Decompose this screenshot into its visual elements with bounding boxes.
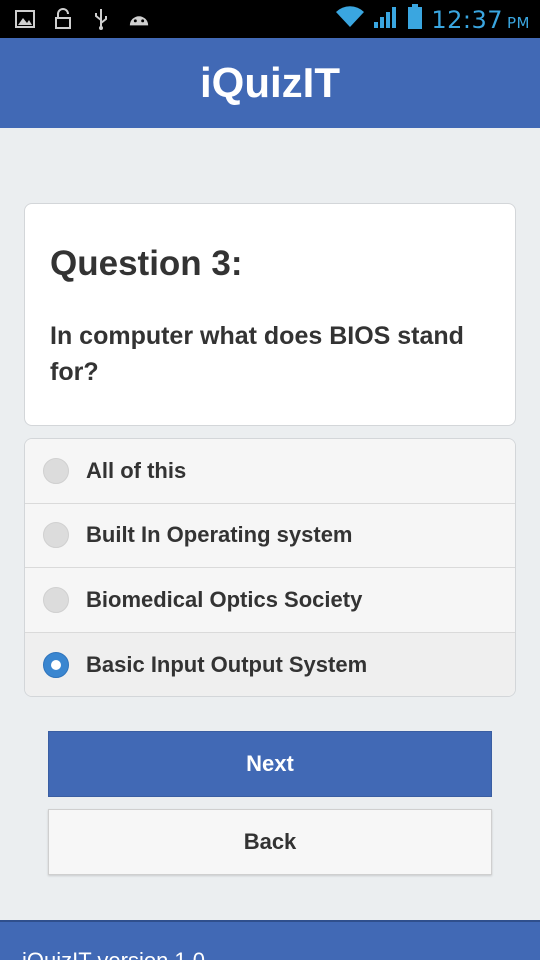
battery-icon <box>407 4 423 35</box>
wifi-icon <box>335 5 365 34</box>
radio-button-icon[interactable] <box>43 586 69 613</box>
question-card: Question 3: In computer what does BIOS s… <box>24 203 516 426</box>
usb-icon <box>90 8 112 30</box>
option-label: Biomedical Optics Society <box>86 586 363 612</box>
signal-icon <box>373 5 399 34</box>
option-label: Built In Operating system <box>86 522 353 548</box>
android-icon <box>128 8 150 30</box>
option-label: Basic Input Output System <box>86 651 368 677</box>
option-basic-input-output-system[interactable]: Basic Input Output System <box>25 632 515 696</box>
option-label: All of this <box>86 457 187 483</box>
next-button[interactable]: Next <box>48 731 492 797</box>
footer: iQuizIT version 1.0 <box>0 920 540 960</box>
app-header: iQuizIT <box>0 38 540 128</box>
radio-button-icon[interactable] <box>43 522 69 549</box>
option-biomedical-optics-society[interactable]: Biomedical Optics Society <box>25 568 515 633</box>
lock-icon <box>52 8 74 30</box>
status-time: 12:37 PM <box>431 6 530 34</box>
status-bar: 12:37 PM <box>0 0 540 38</box>
status-time-value: 12:37 <box>431 5 503 34</box>
back-button[interactable]: Back <box>48 809 492 875</box>
option-built-in-operating-system[interactable]: Built In Operating system <box>25 503 515 568</box>
status-bar-notifications <box>14 8 150 30</box>
radio-button-checked-icon[interactable] <box>43 651 69 678</box>
footer-version-text: iQuizIT version 1.0 <box>22 948 205 960</box>
status-time-ampm: PM <box>507 13 530 32</box>
radio-button-icon[interactable] <box>43 457 69 484</box>
app-title: iQuizIT <box>200 59 340 106</box>
status-bar-system: 12:37 PM <box>335 4 530 35</box>
question-text: In computer what does BIOS stand for? <box>50 322 464 386</box>
question-number: Question 3: <box>50 244 243 283</box>
image-icon <box>14 8 36 30</box>
option-all-of-this[interactable]: All of this <box>25 439 515 504</box>
answer-options: All of this Built In Operating system Bi… <box>24 438 516 697</box>
